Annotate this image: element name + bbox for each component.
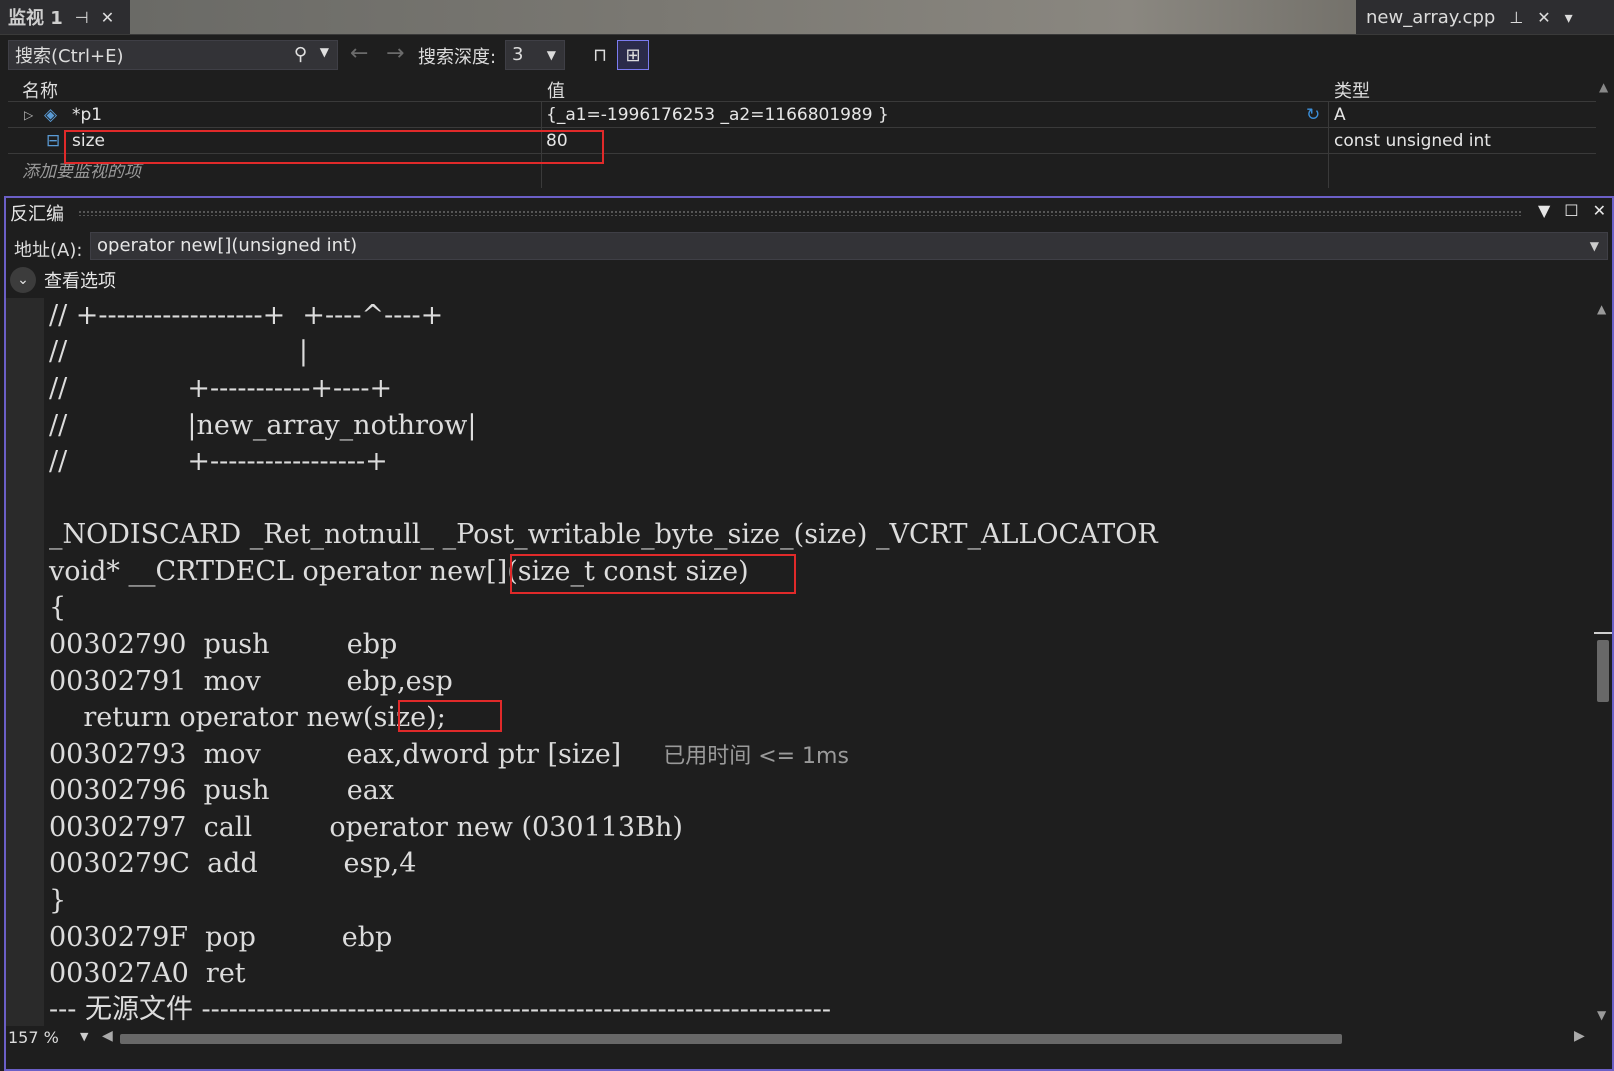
object-icon: ◈: [44, 105, 58, 125]
close-icon[interactable]: ✕: [101, 8, 114, 27]
scroll-down-icon[interactable]: ▼: [1597, 1008, 1606, 1022]
disassembly-title: 反汇编: [10, 204, 64, 225]
address-label: 地址(A):: [14, 240, 83, 261]
watch-scrollbar[interactable]: ▲: [1596, 74, 1614, 188]
watch-toolbar: 搜索(Ctrl+E) ⚲ ▼ ← → 搜索深度: 3 ▼ ⊓ ⊞: [0, 34, 1614, 74]
elapsed-time-text: 已用时间 <= 1ms: [663, 744, 849, 769]
elapsed-time-note: 已用时间 <= 1ms: [621, 744, 849, 769]
code-line: // |new_array_nothrow|: [49, 410, 477, 441]
column-header-value[interactable]: 值: [547, 77, 565, 103]
view-options[interactable]: ⌄ 查看选项: [6, 264, 116, 296]
pin-source-icon[interactable]: ⊓: [584, 40, 616, 70]
code-line: 003027A0 ret: [49, 958, 246, 989]
scroll-right-icon[interactable]: ▶: [1574, 1028, 1585, 1044]
code-line: 0030279C add esp,4: [49, 848, 417, 879]
chevron-down-icon[interactable]: ▼: [1590, 233, 1599, 259]
chevron-down-icon[interactable]: ▼: [320, 45, 329, 59]
code-line: 00302791 mov ebp,esp: [49, 666, 453, 697]
chevron-down-icon[interactable]: ▼: [80, 1030, 88, 1043]
close-icon[interactable]: ✕: [1537, 8, 1550, 27]
address-input[interactable]: operator new[](unsigned int) ▼: [90, 232, 1608, 260]
column-header-type[interactable]: 类型: [1334, 77, 1370, 103]
code-gutter[interactable]: [6, 298, 44, 1026]
tab-bar: 监视 1 ⊣ ✕ new_array.cpp ⊥ ✕ ▾: [0, 0, 1614, 34]
view-options-label: 查看选项: [44, 271, 116, 292]
scroll-position-marker: [1594, 632, 1612, 634]
expand-icon[interactable]: ▷: [24, 108, 33, 122]
hex-display-icon[interactable]: ⊞: [617, 40, 649, 70]
zoom-level[interactable]: 157 %: [8, 1028, 59, 1047]
scroll-left-icon[interactable]: ◀: [102, 1028, 113, 1044]
drag-grip[interactable]: [78, 210, 1522, 216]
chevron-down-icon[interactable]: ⌄: [10, 267, 36, 293]
code-line: // +-----------+----+: [49, 373, 393, 404]
maximize-icon[interactable]: ☐: [1564, 201, 1578, 220]
highlight-box: [398, 700, 502, 732]
refresh-icon[interactable]: ↻: [1306, 105, 1320, 125]
highlight-box: [64, 130, 604, 164]
code-line: 0030279F pop ebp: [49, 922, 393, 953]
watch-window: 监视 1 ⊣ ✕ new_array.cpp ⊥ ✕ ▾ 搜索(Ctrl+E) …: [0, 0, 1614, 190]
watch-row-value[interactable]: {_a1=-1996176253 _a2=1166801989 }: [546, 105, 889, 125]
code-line: return operator new(size);: [49, 702, 446, 733]
disassembly-window: 反汇编 ▼ ☐ ✕ 地址(A): operator new[](unsigned…: [4, 196, 1614, 1071]
code-line: // |: [49, 336, 309, 367]
disassembly-titlebar: 反汇编 ▼ ☐ ✕: [6, 198, 1612, 228]
code-line: 00302793 mov eax,dword ptr [size] 已用时间 <…: [49, 737, 849, 773]
column-header-name[interactable]: 名称: [22, 77, 58, 103]
tab-watch-1[interactable]: 监视 1 ⊣ ✕: [0, 0, 130, 34]
code-line: {: [49, 592, 67, 623]
watch-row-type: A: [1334, 105, 1346, 125]
scroll-up-icon[interactable]: ▲: [1597, 302, 1606, 316]
watch-grid: 名称 值 类型 ▷ ◈ *p1 {_a1=-1996176253 _a2=116…: [8, 74, 1596, 188]
code-line: // +------------------+ +----^----+: [49, 300, 444, 331]
search-placeholder: 搜索(Ctrl+E): [15, 46, 124, 67]
search-depth-label: 搜索深度:: [418, 47, 497, 68]
pin-icon[interactable]: ⊥: [1509, 8, 1523, 27]
grid-header: 名称 值 类型: [8, 74, 1596, 102]
code-view[interactable]: // +------------------+ +----^----+ // |…: [6, 298, 1596, 1026]
code-line: 00302797 call operator new (030113Bh): [49, 812, 683, 843]
code-line: // +-----------------+: [49, 446, 388, 477]
search-input[interactable]: 搜索(Ctrl+E) ⚲ ▼: [8, 40, 338, 70]
code-line: --- 无源文件 -------------------------------…: [49, 994, 832, 1025]
tab-file[interactable]: new_array.cpp ⊥ ✕ ▾: [1356, 0, 1614, 34]
code-line: 00302796 push eax: [49, 775, 395, 806]
chevron-down-icon: ▼: [546, 48, 556, 62]
watch-row-type: const unsigned int: [1334, 131, 1491, 151]
horizontal-scroll-thumb[interactable]: [120, 1034, 1342, 1044]
search-icon[interactable]: ⚲: [294, 44, 307, 65]
search-depth-value: 3: [512, 44, 524, 65]
status-bar: 157 % ▼ ◀ ▶: [6, 1026, 1612, 1052]
highlight-box: [510, 554, 796, 594]
watch-row-name: *p1: [72, 105, 103, 125]
chevron-down-icon[interactable]: ▾: [1565, 8, 1573, 27]
watch-tab-title: 监视 1: [8, 8, 63, 29]
code-line: _NODISCARD _Ret_notnull_ _Post_writable_…: [49, 519, 1158, 550]
scroll-up-icon[interactable]: ▲: [1599, 80, 1608, 94]
address-value: operator new[](unsigned int): [97, 235, 358, 256]
address-row: 地址(A): operator new[](unsigned int) ▼: [6, 230, 1612, 262]
pin-icon[interactable]: ⊣: [75, 8, 89, 27]
code-line: 00302790 push ebp: [49, 629, 398, 660]
file-tab-title: new_array.cpp: [1366, 6, 1496, 28]
scroll-thumb[interactable]: [1597, 640, 1609, 702]
forward-arrow-icon[interactable]: →: [386, 41, 404, 66]
variable-icon: ⊟: [46, 131, 61, 151]
watch-row[interactable]: ▷ ◈ *p1 {_a1=-1996176253 _a2=1166801989 …: [8, 102, 1596, 128]
search-depth-select[interactable]: 3 ▼: [505, 40, 565, 70]
dropdown-icon[interactable]: ▼: [1538, 201, 1550, 220]
close-icon[interactable]: ✕: [1593, 201, 1606, 220]
code-text: 00302793 mov eax,dword ptr [size]: [49, 739, 622, 770]
back-arrow-icon[interactable]: ←: [350, 41, 368, 66]
vertical-scrollbar[interactable]: ▲ ▼: [1594, 298, 1612, 1026]
code-line: }: [49, 885, 67, 916]
